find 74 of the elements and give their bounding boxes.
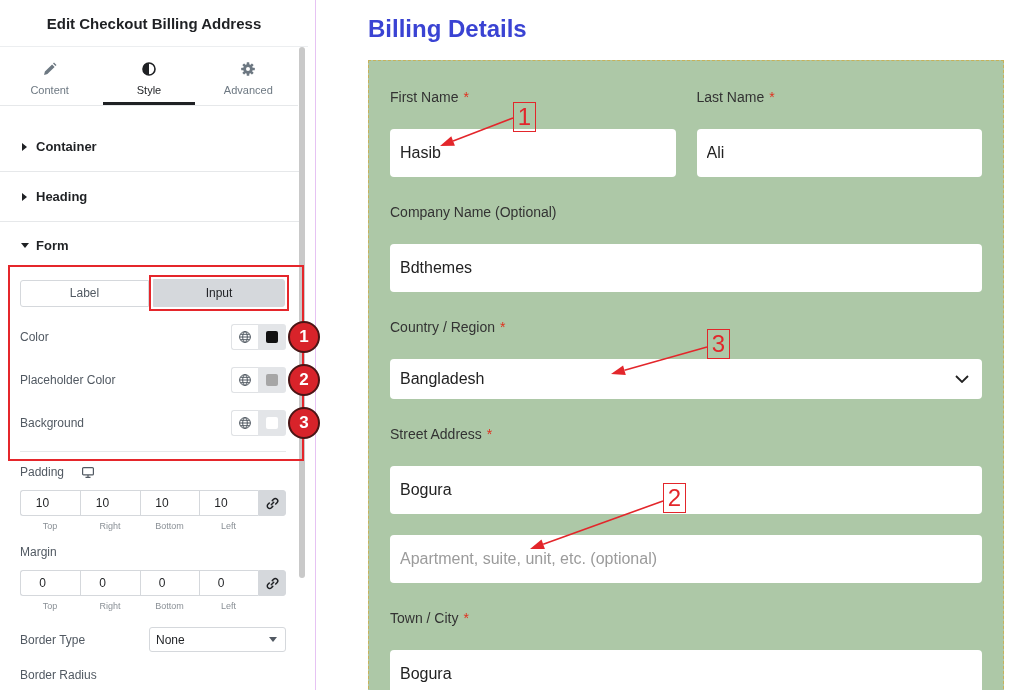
globe-icon xyxy=(239,330,251,343)
chevron-down-icon xyxy=(955,375,969,383)
field-label: Company Name (Optional) xyxy=(390,204,557,220)
text-field[interactable]: Apartment, suite, unit, etc. (optional) xyxy=(390,535,982,583)
pencil-icon xyxy=(42,62,57,76)
select-field[interactable]: Bangladesh xyxy=(390,359,982,399)
callout-number: 3 xyxy=(707,329,730,359)
section-heading: Billing Details xyxy=(368,14,528,43)
section-header[interactable]: Form xyxy=(0,222,300,265)
text-field[interactable]: Ali xyxy=(696,129,982,177)
field-label: Country / Region xyxy=(390,319,496,335)
number-field[interactable]: 0 xyxy=(80,570,140,596)
control-label: Placeholder Color xyxy=(20,372,116,387)
tab[interactable]: Style xyxy=(103,47,195,105)
link-icon xyxy=(265,496,279,510)
required-mark: * xyxy=(500,319,506,335)
callout-number: 1 xyxy=(513,102,536,132)
side-label: Left xyxy=(221,601,236,611)
gear-icon xyxy=(241,62,256,76)
step-badge: 2 xyxy=(288,363,320,396)
side-label: Left xyxy=(221,521,236,531)
select-field[interactable]: None xyxy=(149,627,286,652)
step-badge: 3 xyxy=(288,406,320,439)
toggle-button[interactable]: Label xyxy=(20,279,149,307)
side-label: Bottom xyxy=(155,521,184,531)
control-label: Border Type xyxy=(20,632,86,647)
caret-down-icon xyxy=(269,637,277,642)
panel-title: Edit Checkout Billing Address xyxy=(46,14,262,32)
required-mark: * xyxy=(463,89,469,105)
tab[interactable]: Advanced xyxy=(202,47,294,105)
global-color-button[interactable] xyxy=(231,366,258,393)
control-label: Color xyxy=(20,329,49,344)
side-label: Bottom xyxy=(155,601,184,611)
number-field[interactable]: 10 xyxy=(80,490,140,516)
number-field[interactable]: 0 xyxy=(140,570,199,596)
global-color-button[interactable] xyxy=(231,409,258,436)
text-field[interactable]: Hasib xyxy=(390,129,676,177)
required-mark: * xyxy=(463,610,469,626)
control-label: Border Radius xyxy=(20,668,97,682)
text-field[interactable]: Bogura xyxy=(390,650,982,690)
number-field[interactable]: 10 xyxy=(199,490,258,516)
number-field[interactable]: 0 xyxy=(20,570,80,596)
callout-number: 2 xyxy=(663,483,686,513)
field-label: Street Address xyxy=(390,426,482,442)
monitor-icon[interactable] xyxy=(82,466,95,478)
side-label: Right xyxy=(99,601,121,611)
control-label: Background xyxy=(20,415,85,430)
globe-icon xyxy=(239,416,251,429)
color-picker-button[interactable] xyxy=(258,323,286,350)
field-label: First Name xyxy=(390,89,459,105)
link-button[interactable] xyxy=(258,490,286,516)
control-label: Padding xyxy=(20,465,65,479)
number-field[interactable]: 10 xyxy=(140,490,199,516)
global-color-button[interactable] xyxy=(231,323,258,350)
tab[interactable]: Content xyxy=(4,47,96,105)
color-picker-button[interactable] xyxy=(258,366,286,393)
field-label: Town / City xyxy=(390,610,459,626)
text-field[interactable]: Bdthemes xyxy=(390,244,982,292)
globe-icon xyxy=(239,373,251,386)
required-mark: * xyxy=(769,89,775,105)
side-label: Top xyxy=(42,521,58,531)
step-badge: 1 xyxy=(288,320,320,353)
contrast-icon xyxy=(142,62,156,76)
control-label: Margin xyxy=(20,545,57,559)
link-icon xyxy=(265,576,279,590)
required-mark: * xyxy=(486,426,493,442)
number-field[interactable]: 10 xyxy=(20,490,80,516)
field-label: Last Name xyxy=(696,89,765,105)
side-label: Right xyxy=(99,521,121,531)
side-label: Top xyxy=(42,601,58,611)
color-picker-button[interactable] xyxy=(258,409,286,436)
link-button[interactable] xyxy=(258,570,286,596)
toggle-button[interactable]: Input xyxy=(153,279,285,307)
number-field[interactable]: 0 xyxy=(199,570,258,596)
